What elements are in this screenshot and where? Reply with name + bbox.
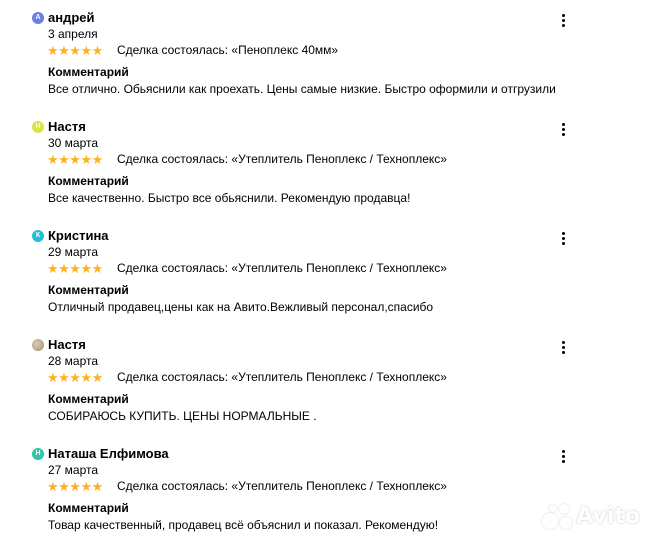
comment-text: Товар качественный, продавец всё объясни… [48,518,439,532]
comment-label: Комментарий [48,65,129,79]
rating-stars-icon: ★★★★★ [47,43,103,58]
comment-text: Все отлично. Обьяснили как проехать. Цен… [48,82,556,96]
review-date: 29 марта [48,245,99,259]
review-item: А андрей 3 апреля ★★★★★ Сделка состоялас… [0,0,648,109]
comment-text: СОБИРАЮСЬ КУПИТЬ. ЦЕНЫ НОРМАЛЬНЫЕ . [48,409,317,423]
comment-text: Отличный продавец,цены как на Авито.Вежл… [48,300,434,314]
avatar[interactable]: Н [32,448,44,460]
reviewer-name[interactable]: Настя [48,337,86,353]
reviews-list: А андрей 3 апреля ★★★★★ Сделка состоялас… [0,0,648,545]
more-vertical-icon[interactable] [556,448,570,464]
review-item: Настя 28 марта ★★★★★ Сделка состоялась: … [0,327,648,436]
reviewer-name[interactable]: Настя [48,119,86,135]
watermark-text: Avito [576,503,640,529]
reviewer-name[interactable]: андрей [48,10,95,26]
more-vertical-icon[interactable] [556,230,570,246]
review-item: К Кристина 29 марта ★★★★★ Сделка состоял… [0,218,648,327]
deal-info: Сделка состоялась: «Утеплитель Пеноплекс… [117,370,447,384]
rating-stars-icon: ★★★★★ [47,152,103,167]
deal-info: Сделка состоялась: «Утеплитель Пеноплекс… [117,479,447,493]
review-date: 30 марта [48,136,99,150]
review-item: Н Настя 30 марта ★★★★★ Сделка состоялась… [0,109,648,218]
rating-stars-icon: ★★★★★ [47,261,103,276]
more-vertical-icon[interactable] [556,339,570,355]
avatar[interactable] [32,339,44,351]
review-date: 27 марта [48,463,99,477]
comment-label: Комментарий [48,392,129,406]
more-vertical-icon[interactable] [556,12,570,28]
avito-watermark-logo: Avito [540,500,640,532]
comment-label: Комментарий [48,501,129,515]
reviewer-name[interactable]: Кристина [48,228,109,244]
rating-stars-icon: ★★★★★ [47,370,103,385]
avatar[interactable]: А [32,12,44,24]
reviewer-name[interactable]: Наташа Елфимова [48,446,169,462]
rating-stars-icon: ★★★★★ [47,479,103,494]
review-date: 3 апреля [48,27,98,41]
comment-label: Комментарий [48,283,129,297]
avatar[interactable]: Н [32,121,44,133]
more-vertical-icon[interactable] [556,121,570,137]
deal-info: Сделка состоялась: «Утеплитель Пеноплекс… [117,152,447,166]
deal-info: Сделка состоялась: «Утеплитель Пеноплекс… [117,261,447,275]
comment-label: Комментарий [48,174,129,188]
review-date: 28 марта [48,354,99,368]
comment-text: Все качественно. Быстро все обьяснили. Р… [48,191,411,205]
avatar[interactable]: К [32,230,44,242]
deal-info: Сделка состоялась: «Пеноплекс 40мм» [117,43,339,57]
avito-dots-icon [540,501,572,531]
